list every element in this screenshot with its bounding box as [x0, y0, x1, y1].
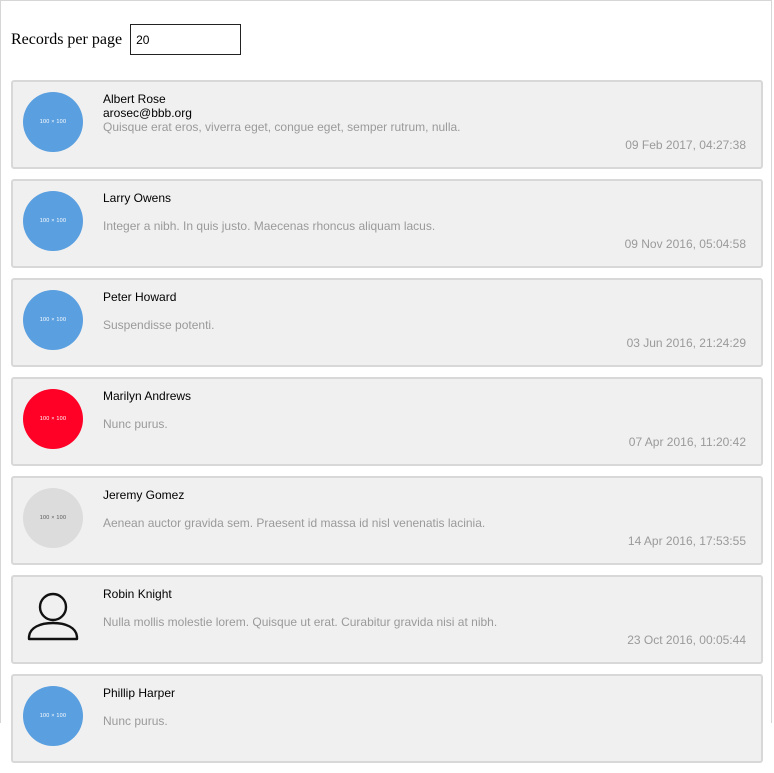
record-message: Nulla mollis molestie lorem. Quisque ut …: [103, 615, 498, 629]
record-name: Albert Rose: [103, 92, 166, 106]
record-message: Integer a nibh. In quis justo. Maecenas …: [103, 219, 436, 233]
record-name: Larry Owens: [103, 191, 172, 205]
avatar-placeholder: 100 × 100: [23, 191, 83, 251]
avatar-placeholder: 100 × 100: [23, 686, 83, 746]
record-name: Marilyn Andrews: [103, 389, 192, 403]
record-date: 23 Oct 2016, 00:05:44: [627, 633, 746, 647]
record-name: Phillip Harper: [103, 686, 176, 700]
record-card[interactable]: 100 × 100 Larry Owens Integer a nibh. In q…: [11, 179, 763, 268]
record-card[interactable]: 100 × 100 Peter Howard Suspendisse potenti…: [11, 278, 763, 367]
record-email: arosec@bbb.org: [103, 106, 192, 120]
record-name: Peter Howard: [103, 290, 177, 304]
record-card[interactable]: 100 × 100 Marilyn Andrews Nunc purus. 07 Ap…: [11, 377, 763, 466]
record-message: Quisque erat eros, viverra eget, congue …: [103, 120, 461, 134]
records-per-page-label: Records per page: [11, 30, 123, 48]
avatar-placeholder: 100 × 100: [23, 488, 83, 548]
record-card[interactable]: Robin Knight Nulla mollis molestie lorem.…: [11, 575, 763, 664]
record-card[interactable]: 100 × 100 Phillip Harper Nunc purus.: [11, 674, 763, 763]
record-name: Jeremy Gomez: [103, 488, 185, 502]
record-name: Robin Knight: [103, 587, 172, 601]
record-card[interactable]: 100 × 100 Jeremy Gomez Aenean auctor gravi…: [11, 476, 763, 565]
record-date: 09 Feb 2017, 04:27:38: [625, 138, 746, 152]
record-message: Suspendisse potenti.: [103, 318, 215, 332]
user-outline-icon: [23, 587, 83, 647]
records-per-page-control: Records per page: [11, 24, 242, 55]
avatar-placeholder: 100 × 100: [23, 290, 83, 350]
record-message: Nunc purus.: [103, 714, 168, 728]
record-list: 100 × 100 Albert Rose arosec@bbb.org Quisqu…: [11, 80, 763, 773]
record-date: 07 Apr 2016, 11:20:42: [628, 435, 746, 449]
avatar-placeholder: 100 × 100: [23, 389, 83, 449]
record-message: Aenean auctor gravida sem. Praesent id m…: [103, 516, 486, 530]
record-date: 14 Apr 2016, 17:53:55: [627, 534, 746, 548]
record-date: 03 Jun 2016, 21:24:29: [626, 336, 746, 350]
record-card[interactable]: 100 × 100 Albert Rose arosec@bbb.org Quisqu…: [11, 80, 763, 169]
record-message: Nunc purus.: [103, 417, 168, 431]
records-per-page-input[interactable]: [130, 24, 242, 55]
avatar-placeholder: 100 × 100: [23, 92, 83, 152]
record-date: 09 Nov 2016, 05:04:58: [624, 237, 746, 251]
